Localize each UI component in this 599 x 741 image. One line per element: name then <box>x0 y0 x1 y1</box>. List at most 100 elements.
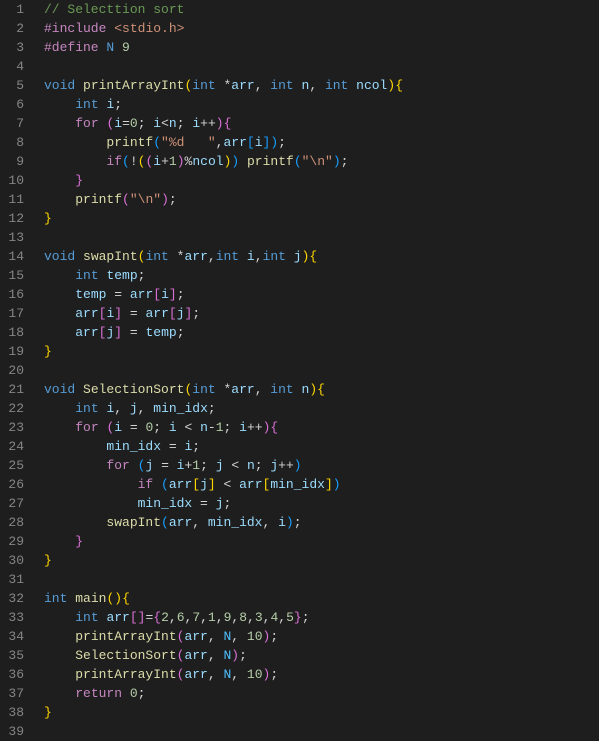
token-op: ; <box>270 667 278 682</box>
line-number: 4 <box>0 57 28 76</box>
code-editor[interactable]: 1234567891011121314151617181920212223242… <box>0 0 599 741</box>
code-line[interactable]: if(!((i+1)%ncol)) printf("\n"); <box>44 152 599 171</box>
code-line[interactable]: int i; <box>44 95 599 114</box>
code-line[interactable]: for (j = i+1; j < n; j++) <box>44 456 599 475</box>
code-line[interactable]: if (arr[j] < arr[min_idx]) <box>44 475 599 494</box>
code-line[interactable]: #include <stdio.h> <box>44 19 599 38</box>
line-number: 10 <box>0 171 28 190</box>
token-op: ; <box>192 439 200 454</box>
token-num: 10 <box>247 629 263 644</box>
token-op: , <box>255 78 271 93</box>
line-number: 3 <box>0 38 28 57</box>
code-line[interactable]: printArrayInt(arr, N, 10); <box>44 665 599 684</box>
code-line[interactable]: } <box>44 342 599 361</box>
token-num: 0 <box>130 116 138 131</box>
line-number: 17 <box>0 304 28 323</box>
code-line[interactable]: arr[j] = temp; <box>44 323 599 342</box>
code-line[interactable]: #define N 9 <box>44 38 599 57</box>
token-brace: { <box>395 78 403 93</box>
code-line[interactable]: int temp; <box>44 266 599 285</box>
code-line[interactable]: } <box>44 532 599 551</box>
token-var: min_idx <box>208 515 263 530</box>
token-var: arr <box>169 477 192 492</box>
code-line[interactable]: swapInt(arr, min_idx, i); <box>44 513 599 532</box>
token-brace2: ] <box>114 306 122 321</box>
token-op: ; <box>200 458 216 473</box>
token-op: ; <box>294 515 302 530</box>
line-number: 39 <box>0 722 28 741</box>
code-line[interactable]: } <box>44 171 599 190</box>
code-line[interactable]: temp = arr[i]; <box>44 285 599 304</box>
token-op: , <box>231 629 247 644</box>
code-line[interactable]: // Selecttion sort <box>44 0 599 19</box>
code-line[interactable] <box>44 57 599 76</box>
code-line[interactable]: int arr[]={2,6,7,1,9,8,3,4,5}; <box>44 608 599 627</box>
token-type: int <box>216 249 239 264</box>
token-string: "\n" <box>130 192 161 207</box>
line-number: 32 <box>0 589 28 608</box>
code-line[interactable]: printArrayInt(arr, N, 10); <box>44 627 599 646</box>
token-op <box>75 249 83 264</box>
token-op <box>44 192 75 207</box>
line-number: 34 <box>0 627 28 646</box>
code-line[interactable]: min_idx = i; <box>44 437 599 456</box>
token-op: * <box>216 78 232 93</box>
line-number: 13 <box>0 228 28 247</box>
token-var: arr <box>106 610 129 625</box>
token-op: ++ <box>200 116 216 131</box>
token-op <box>348 78 356 93</box>
token-keyword: #define <box>44 40 99 55</box>
token-op <box>44 477 138 492</box>
token-keyword: if <box>138 477 154 492</box>
token-op: , <box>255 249 263 264</box>
token-func: printArrayInt <box>75 667 176 682</box>
token-op <box>294 382 302 397</box>
line-number: 25 <box>0 456 28 475</box>
code-line[interactable] <box>44 361 599 380</box>
token-brace2: ) <box>161 192 169 207</box>
token-op: ; <box>114 97 122 112</box>
code-line[interactable]: arr[i] = arr[j]; <box>44 304 599 323</box>
code-line[interactable]: for (i=0; i<n; i++){ <box>44 114 599 133</box>
token-op: ; <box>239 648 247 663</box>
token-num: 7 <box>192 610 200 625</box>
token-var: arr <box>223 135 246 150</box>
code-line[interactable]: } <box>44 703 599 722</box>
code-line[interactable] <box>44 570 599 589</box>
token-var: arr <box>75 325 98 340</box>
code-line[interactable]: } <box>44 551 599 570</box>
code-line[interactable] <box>44 228 599 247</box>
token-var: j <box>270 458 278 473</box>
code-line[interactable]: int i, j, min_idx; <box>44 399 599 418</box>
token-op <box>239 249 247 264</box>
code-line[interactable]: printf("\n"); <box>44 190 599 209</box>
token-op: * <box>169 249 185 264</box>
code-line[interactable] <box>44 722 599 741</box>
code-area[interactable]: // Selecttion sort#include <stdio.h>#def… <box>40 0 599 741</box>
token-keyword: for <box>106 458 129 473</box>
line-number: 19 <box>0 342 28 361</box>
code-line[interactable]: void SelectionSort(int *arr, int n){ <box>44 380 599 399</box>
token-op <box>239 154 247 169</box>
token-op <box>44 420 75 435</box>
token-op: , <box>309 78 325 93</box>
line-number: 16 <box>0 285 28 304</box>
token-brace: { <box>309 249 317 264</box>
token-func: swapInt <box>83 249 138 264</box>
code-line[interactable]: SelectionSort(arr, N); <box>44 646 599 665</box>
code-line[interactable]: return 0; <box>44 684 599 703</box>
token-num: 8 <box>239 610 247 625</box>
token-op: - <box>208 420 216 435</box>
token-brace2: { <box>153 610 161 625</box>
token-var: arr <box>184 648 207 663</box>
code-line[interactable]: void swapInt(int *arr,int i,int j){ <box>44 247 599 266</box>
token-op <box>44 667 75 682</box>
code-line[interactable]: printf("%d ",arr[i]); <box>44 133 599 152</box>
token-type: int <box>263 249 286 264</box>
code-line[interactable]: void printArrayInt(int *arr, int n, int … <box>44 76 599 95</box>
code-line[interactable]: min_idx = j; <box>44 494 599 513</box>
code-line[interactable]: int main(){ <box>44 589 599 608</box>
token-type: int <box>75 97 98 112</box>
code-line[interactable]: for (i = 0; i < n-1; i++){ <box>44 418 599 437</box>
code-line[interactable]: } <box>44 209 599 228</box>
